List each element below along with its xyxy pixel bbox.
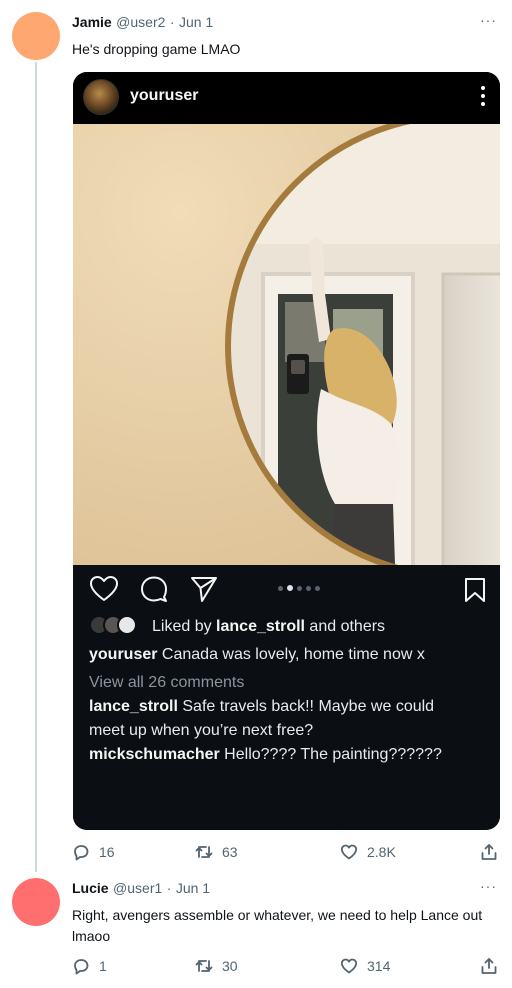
embedded-media[interactable]: youruser Liked by lance_stroll and other… xyxy=(73,72,500,830)
tweet-header: Lucie @user1 · Jun 1 xyxy=(72,880,210,898)
instagram-header: youruser xyxy=(73,72,500,124)
caption-user: youruser xyxy=(89,646,158,663)
avatar-lucie[interactable] xyxy=(12,878,60,926)
author-handle[interactable]: @user2 xyxy=(116,14,165,30)
kebab-menu-icon xyxy=(480,84,486,108)
caption-line: youruser Canada was lovely, home time no… xyxy=(89,643,425,667)
retweet-button[interactable]: 30 xyxy=(195,957,238,975)
comment-user: lance_stroll xyxy=(89,698,178,715)
carousel-dots xyxy=(278,585,320,591)
more-options-icon[interactable]: ··· xyxy=(480,12,497,28)
comment-line: meet up when you’re next free? xyxy=(89,719,313,743)
liked-by-suffix: and others xyxy=(304,618,386,635)
reply-icon xyxy=(74,845,89,861)
caption-text: Canada was lovely, home time now x xyxy=(157,646,425,663)
reply-button[interactable]: 1 xyxy=(72,957,107,975)
instagram-avatar xyxy=(83,79,119,115)
comment-line: mickschumacher Hello???? The painting???… xyxy=(89,743,442,767)
meta-separator: · xyxy=(169,14,175,30)
tweet-date[interactable]: Jun 1 xyxy=(176,880,210,896)
more-options-icon[interactable]: ··· xyxy=(480,878,497,894)
tweet-actions: 16 63 2.8K xyxy=(72,843,502,867)
share-button[interactable] xyxy=(480,957,498,975)
tweet-actions: 1 30 314 xyxy=(72,957,502,981)
liked-by-line: Liked by lance_stroll and others xyxy=(152,615,385,639)
retweet-icon xyxy=(195,846,213,858)
retweet-count: 30 xyxy=(222,958,238,974)
author-name[interactable]: Lucie xyxy=(72,880,109,896)
retweet-icon xyxy=(195,960,213,972)
like-count: 2.8K xyxy=(367,844,396,860)
like-count: 314 xyxy=(367,958,391,974)
tweet-text: Right, avengers assemble or whatever, we… xyxy=(72,907,483,944)
share-icon xyxy=(481,958,497,974)
reply-count: 16 xyxy=(99,844,115,860)
avatar-jamie[interactable] xyxy=(12,12,60,60)
instagram-username: youruser xyxy=(130,87,199,104)
liked-by-avatars xyxy=(89,615,149,637)
comment-icon xyxy=(139,575,169,608)
reply-count: 1 xyxy=(99,958,107,974)
like-button[interactable]: 2.8K xyxy=(340,843,396,861)
instagram-photo xyxy=(73,124,500,565)
meta-separator: · xyxy=(166,880,172,896)
retweet-count: 63 xyxy=(222,844,238,860)
bookmark-icon xyxy=(463,577,487,608)
heart-icon xyxy=(89,575,119,608)
comment-user: mickschumacher xyxy=(89,746,220,763)
like-button[interactable]: 314 xyxy=(340,957,390,975)
liked-by-prefix: Liked by xyxy=(152,618,217,635)
thread-line xyxy=(35,62,37,872)
share-icon xyxy=(481,844,497,860)
comment-text: meet up when you’re next free? xyxy=(89,722,314,739)
comment-line: lance_stroll Safe travels back!! Maybe w… xyxy=(89,695,434,719)
share-icon xyxy=(189,575,219,608)
retweet-button[interactable]: 63 xyxy=(195,843,238,861)
view-all-comments: View all 26 comments xyxy=(89,674,245,691)
heart-icon xyxy=(340,958,358,974)
instagram-footer: Liked by lance_stroll and others youruse… xyxy=(73,565,500,830)
comment-text: Hello???? The painting?????? xyxy=(219,746,442,763)
comment-text: Safe travels back!! Maybe we could xyxy=(177,698,435,715)
tweet-text: He's dropping game LMAO xyxy=(72,41,241,57)
liked-by-user: lance_stroll xyxy=(216,618,305,635)
heart-icon xyxy=(340,844,358,860)
reply-icon xyxy=(74,959,89,975)
tweet-header: Jamie @user2 · Jun 1 xyxy=(72,14,213,32)
share-button[interactable] xyxy=(480,843,498,861)
reply-button[interactable]: 16 xyxy=(72,843,115,861)
author-name[interactable]: Jamie xyxy=(72,14,112,30)
tweet-date[interactable]: Jun 1 xyxy=(179,14,213,30)
author-handle[interactable]: @user1 xyxy=(113,880,162,896)
